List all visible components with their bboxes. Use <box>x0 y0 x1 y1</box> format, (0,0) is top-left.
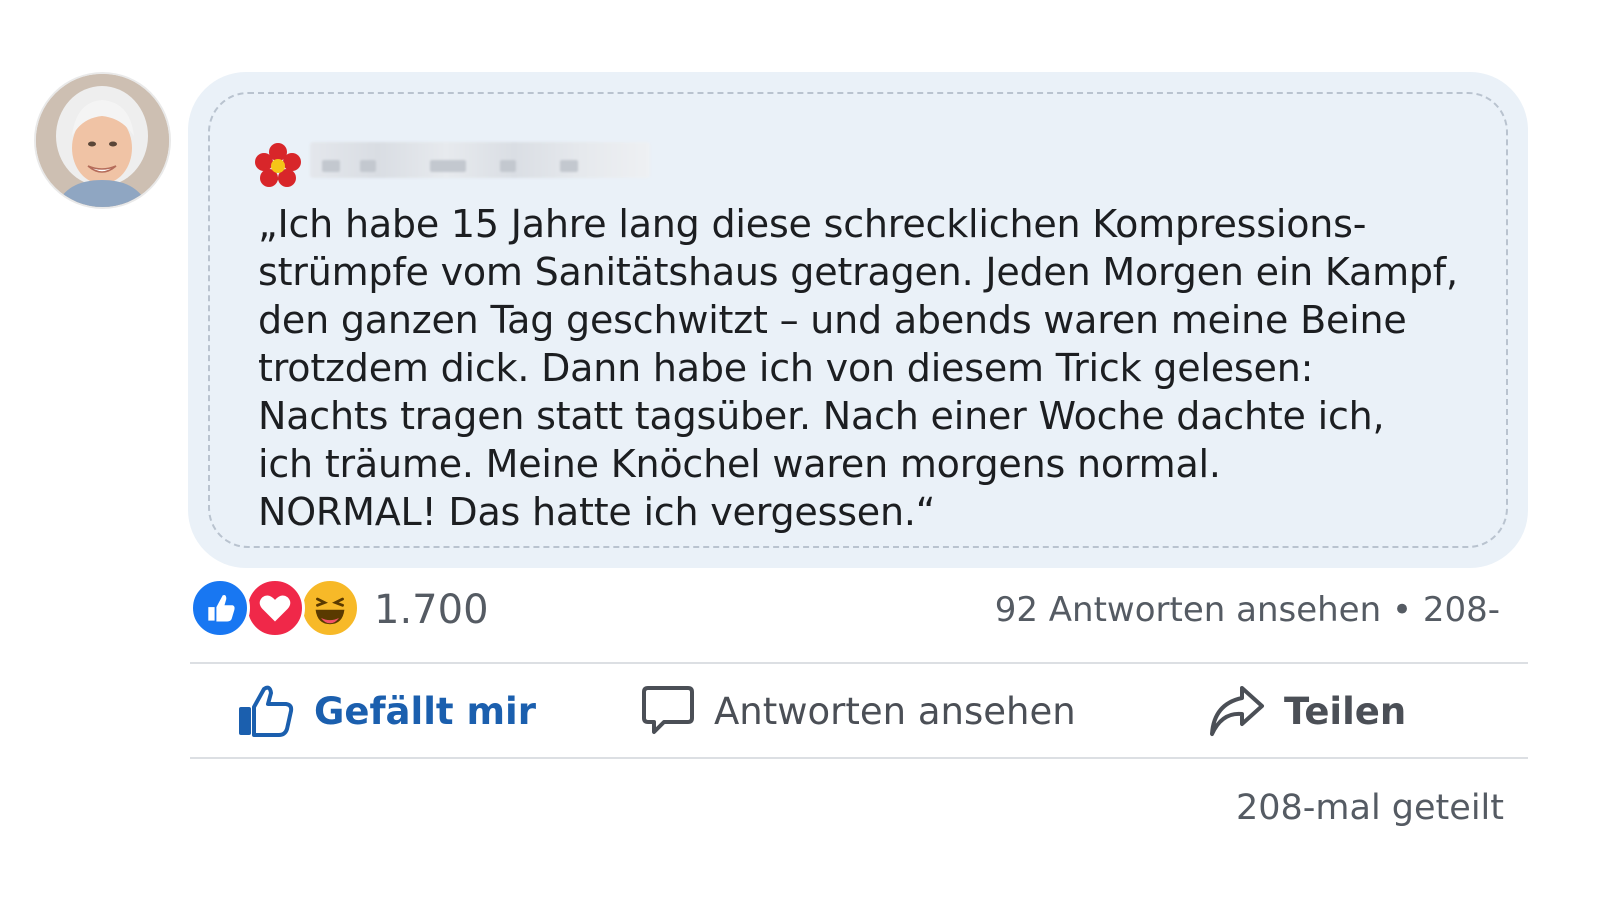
avatar-photo <box>36 74 169 207</box>
share-label: Teilen <box>1284 689 1407 733</box>
share-arrow-icon <box>1210 686 1264 736</box>
divider-bottom <box>190 757 1528 759</box>
replies-link[interactable]: 92 Antworten ansehen • 208- <box>995 588 1500 632</box>
like-icon <box>190 578 250 638</box>
author-name-redacted[interactable] <box>310 142 650 178</box>
author-avatar[interactable] <box>36 74 169 207</box>
like-button[interactable]: Gefällt mir <box>236 680 536 742</box>
reply-button[interactable]: Antworten ansehen <box>640 680 1076 742</box>
comment-icon <box>642 686 694 734</box>
reactions-summary[interactable]: 1.700 <box>190 578 510 642</box>
comment-text: „Ich habe 15 Jahre lang diese schrecklic… <box>258 202 1458 534</box>
share-count[interactable]: 208-mal geteilt <box>1236 786 1504 830</box>
comment-frame: „Ich habe 15 Jahre lang diese schrecklic… <box>208 92 1508 548</box>
flower-icon <box>255 143 301 187</box>
reply-label: Antworten ansehen <box>714 689 1076 733</box>
like-label: Gefällt mir <box>314 689 536 733</box>
haha-icon <box>300 578 360 638</box>
share-button[interactable]: Teilen <box>1208 680 1406 742</box>
reaction-count: 1.700 <box>374 587 489 633</box>
thumbs-up-icon <box>239 685 294 737</box>
love-icon <box>245 578 305 638</box>
comment-bubble: „Ich habe 15 Jahre lang diese schrecklic… <box>188 72 1528 568</box>
divider-top <box>190 662 1528 664</box>
